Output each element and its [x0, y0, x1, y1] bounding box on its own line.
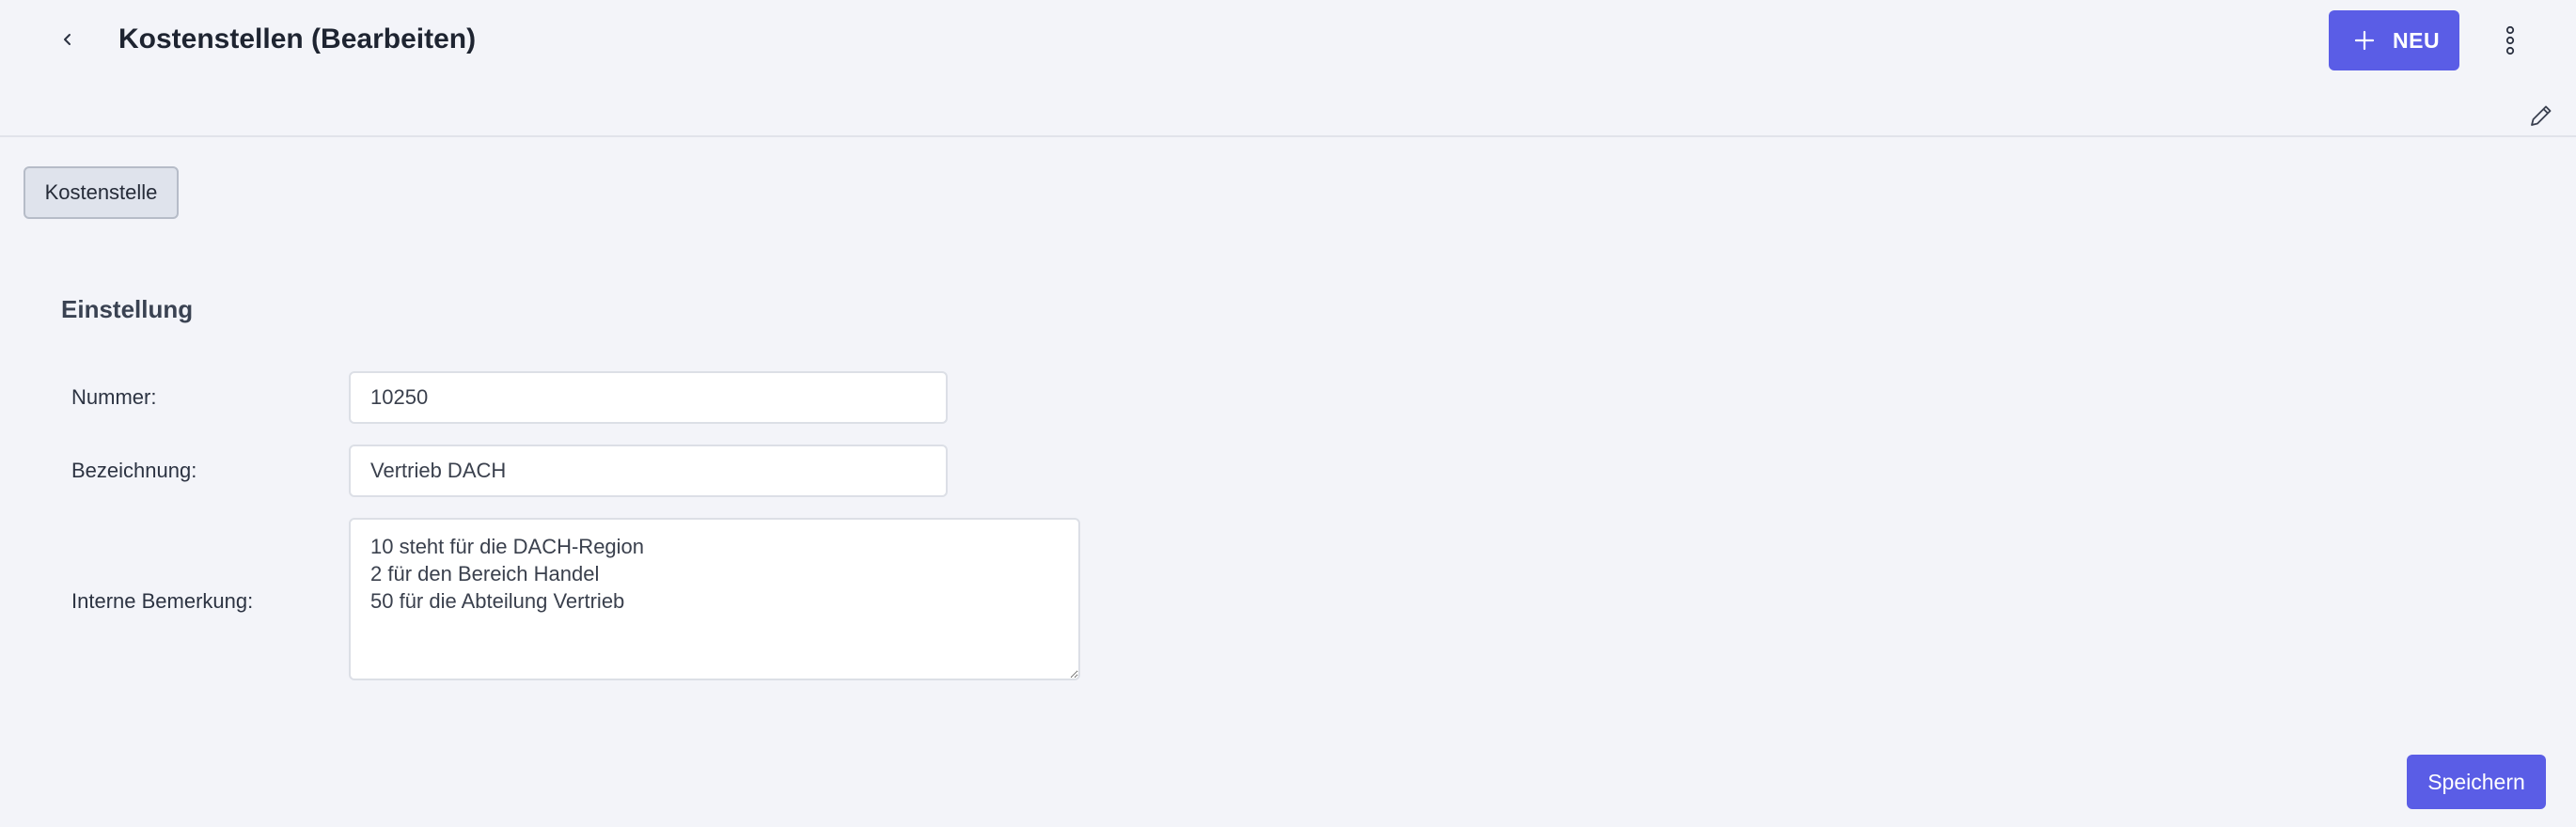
new-button[interactable]: NEU — [2329, 10, 2459, 70]
bemerkung-textarea[interactable]: 10 steht für die DACH-Region 2 für den B… — [349, 518, 1080, 680]
more-options-button[interactable] — [2493, 21, 2527, 60]
bezeichnung-label: Bezeichnung: — [71, 459, 197, 482]
page-title: Kostenstellen (Bearbeiten) — [118, 23, 477, 55]
edit-layout-button[interactable] — [2525, 100, 2557, 132]
chevron-left-icon — [64, 34, 71, 45]
top-bar: Kostenstellen (Bearbeiten) NEU — [0, 0, 2576, 137]
pencil-icon — [2531, 105, 2552, 126]
plus-icon — [2354, 30, 2375, 51]
bezeichnung-input[interactable] — [349, 445, 948, 497]
back-button[interactable] — [49, 21, 86, 58]
nummer-input[interactable] — [349, 371, 948, 424]
nummer-label: Nummer: — [71, 385, 157, 409]
new-button-label: NEU — [2393, 27, 2441, 53]
vertical-dots-icon — [2505, 25, 2515, 55]
section-heading: Einstellung — [61, 295, 194, 323]
save-button[interactable]: Speichern — [2407, 755, 2546, 809]
tab-kostenstelle[interactable]: Kostenstelle — [24, 166, 179, 219]
bemerkung-label: Interne Bemerkung: — [71, 589, 254, 613]
